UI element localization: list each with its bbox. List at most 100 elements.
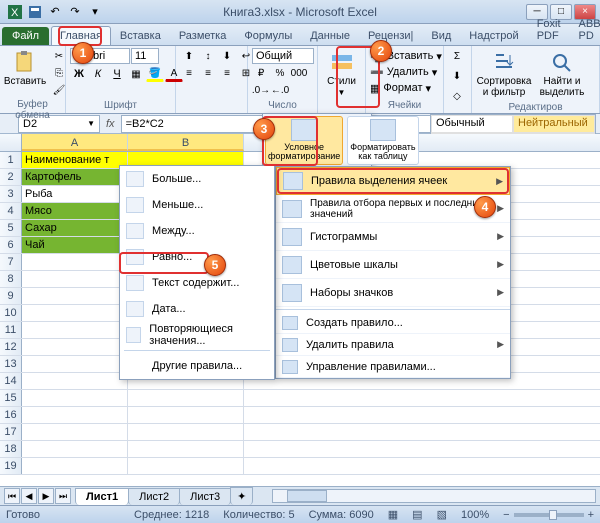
row-header[interactable]: 4 [0, 203, 22, 219]
row-header[interactable]: 14 [0, 373, 22, 389]
tab-foxit[interactable]: Foxit PDF [528, 14, 570, 45]
sheet-last-button[interactable]: ⏭ [55, 488, 71, 504]
cell[interactable] [22, 271, 128, 287]
cell[interactable]: Картофель [22, 169, 128, 185]
cell[interactable] [22, 339, 128, 355]
select-all-corner[interactable] [0, 134, 22, 151]
percent-icon[interactable]: % [271, 65, 289, 81]
sheet-first-button[interactable]: ⏮ [4, 488, 20, 504]
row-header[interactable]: 12 [0, 339, 22, 355]
cell[interactable] [22, 390, 128, 406]
border-icon[interactable]: ▦ [127, 66, 145, 82]
insert-cells-button[interactable]: ➕Вставить ▾ [370, 48, 442, 64]
cell[interactable] [22, 322, 128, 338]
col-header-a[interactable]: A [22, 134, 128, 151]
paste-button[interactable]: Вставить [4, 48, 46, 90]
highlight-cells-rules-item[interactable]: Правила выделения ячеек ▶ [276, 167, 510, 195]
text-contains-item[interactable]: Текст содержит... [120, 270, 274, 296]
styles-button[interactable]: Стили ▼ [322, 48, 361, 100]
zoom-slider[interactable]: − + [503, 509, 594, 521]
format-as-table-button[interactable]: Форматировать как таблицу [347, 116, 418, 165]
manage-rules-item[interactable]: Управление правилами... [276, 356, 510, 378]
align-top-icon[interactable]: ⬆ [180, 48, 198, 64]
zoom-in-icon[interactable]: + [588, 509, 594, 521]
fill-color-icon[interactable]: 🪣 [146, 66, 164, 82]
row-header[interactable]: 19 [0, 458, 22, 474]
cell[interactable] [128, 441, 244, 457]
cell[interactable] [22, 441, 128, 457]
equal-to-item[interactable]: Равно... [120, 244, 274, 270]
color-scales-item[interactable]: Цветовые шкалы ▶ [276, 251, 510, 279]
font-name-select[interactable]: Calibri [70, 48, 130, 64]
sheet-tab-3[interactable]: Лист3 [179, 488, 231, 505]
cell[interactable]: Сахар [22, 220, 128, 236]
align-mid-icon[interactable]: ↕ [199, 48, 217, 64]
align-bot-icon[interactable]: ⬇ [218, 48, 236, 64]
delete-cells-button[interactable]: ➖Удалить ▾ [370, 64, 437, 80]
cell[interactable] [128, 390, 244, 406]
less-than-item[interactable]: Меньше... [120, 192, 274, 218]
row-header[interactable]: 1 [0, 152, 22, 168]
zoom-out-icon[interactable]: − [503, 509, 509, 521]
row-header[interactable]: 10 [0, 305, 22, 321]
row-header[interactable]: 8 [0, 271, 22, 287]
row-header[interactable]: 6 [0, 237, 22, 253]
row-header[interactable]: 9 [0, 288, 22, 304]
style-neutral[interactable]: Нейтральный [513, 115, 595, 133]
tab-view[interactable]: Вид [422, 26, 460, 45]
tab-addins[interactable]: Надстрой [460, 26, 527, 45]
row-header[interactable]: 16 [0, 407, 22, 423]
row-header[interactable]: 7 [0, 254, 22, 270]
qat-more-icon[interactable]: ▾ [86, 3, 104, 21]
bold-icon[interactable]: Ж [70, 66, 88, 82]
new-rule-item[interactable]: Создать правило... [276, 312, 510, 334]
cell[interactable]: Мясо [22, 203, 128, 219]
cell[interactable]: Чай [22, 237, 128, 253]
cell[interactable] [22, 288, 128, 304]
dec-dec-icon[interactable]: ←.0 [271, 82, 289, 98]
top-bottom-rules-item[interactable]: Правила отбора первых и последних значен… [276, 195, 510, 223]
data-bars-item[interactable]: Гистограммы ▶ [276, 223, 510, 251]
row-header[interactable]: 17 [0, 424, 22, 440]
row-header[interactable]: 5 [0, 220, 22, 236]
format-cells-button[interactable]: ▦Формат ▾ [370, 80, 431, 96]
view-normal-icon[interactable]: ▦ [388, 508, 398, 521]
scrollbar-thumb[interactable] [287, 490, 327, 502]
icon-sets-item[interactable]: Наборы значков ▶ [276, 279, 510, 307]
dec-inc-icon[interactable]: .0→ [252, 82, 270, 98]
new-sheet-button[interactable]: ✦ [230, 487, 253, 505]
sheet-tab-1[interactable]: Лист1 [75, 488, 129, 505]
comma-icon[interactable]: 000 [290, 65, 308, 81]
duplicate-values-item[interactable]: Повторяющиеся значения... [120, 322, 274, 348]
cell[interactable]: Наименование т [22, 152, 128, 168]
tab-home[interactable]: Главная [51, 26, 111, 45]
cell[interactable] [22, 356, 128, 372]
align-right-icon[interactable]: ≡ [218, 65, 236, 81]
sort-filter-button[interactable]: Сортировка и фильтр [476, 48, 532, 101]
between-item[interactable]: Между... [120, 218, 274, 244]
cell[interactable] [128, 424, 244, 440]
tab-formulas[interactable]: Формулы [235, 26, 301, 45]
cell[interactable]: Рыба [22, 186, 128, 202]
redo-button[interactable]: ↷ [66, 3, 84, 21]
align-center-icon[interactable]: ≡ [199, 65, 217, 81]
cell[interactable] [22, 407, 128, 423]
view-layout-icon[interactable]: ▤ [412, 508, 422, 521]
col-header-b[interactable]: B [128, 134, 244, 151]
cell[interactable] [128, 458, 244, 474]
cell[interactable] [22, 458, 128, 474]
currency-icon[interactable]: ₽ [252, 65, 270, 81]
number-format-select[interactable]: Общий [252, 48, 314, 64]
save-button[interactable] [26, 3, 44, 21]
date-occurring-item[interactable]: Дата... [120, 296, 274, 322]
sheet-tab-2[interactable]: Лист2 [128, 488, 180, 505]
row-header[interactable]: 15 [0, 390, 22, 406]
cell[interactable] [22, 424, 128, 440]
font-size-select[interactable]: 11 [131, 48, 159, 64]
undo-button[interactable]: ↶ [46, 3, 64, 21]
conditional-formatting-button[interactable]: Условное форматирование [265, 116, 343, 165]
row-header[interactable]: 13 [0, 356, 22, 372]
greater-than-item[interactable]: Больше... [120, 166, 274, 192]
tab-review[interactable]: Рецензи| [359, 26, 422, 45]
cell[interactable] [128, 407, 244, 423]
